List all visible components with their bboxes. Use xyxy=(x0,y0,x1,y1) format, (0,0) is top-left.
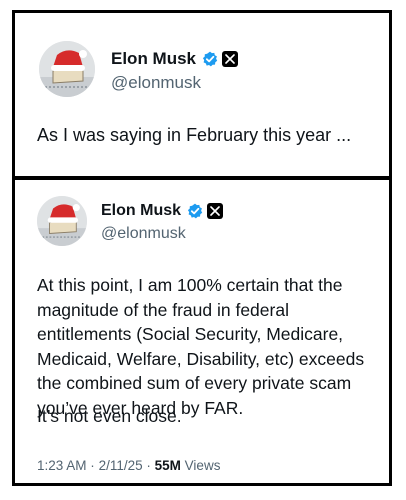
author-handle[interactable]: @elonmusk xyxy=(111,73,201,93)
author-row: Elon Musk xyxy=(111,49,239,69)
tweet-time[interactable]: 1:23 AM xyxy=(37,458,87,473)
x-logo-icon xyxy=(222,51,239,67)
tweet-text-closing: It’s not even close. xyxy=(37,406,182,426)
avatar[interactable] xyxy=(37,196,87,246)
meta-separator: · xyxy=(146,458,151,473)
verified-badge-icon xyxy=(187,203,203,219)
author-handle[interactable]: @elonmusk xyxy=(101,225,186,243)
quote-tweet[interactable]: Elon Musk @elonmusk As I was saying in F… xyxy=(15,13,389,180)
tweet-text: At this point, I am 100% certain that th… xyxy=(37,275,365,418)
tweet-meta: 1:23 AM · 2/11/25 · 55M Views xyxy=(37,458,220,473)
views-count[interactable]: 55M xyxy=(155,458,181,473)
x-logo-icon xyxy=(207,203,224,219)
tweet-date[interactable]: 2/11/25 xyxy=(99,458,143,473)
author-row: Elon Musk xyxy=(101,202,224,220)
meta-separator: · xyxy=(90,458,95,473)
screenshot-frame: Elon Musk @elonmusk As I was saying in F… xyxy=(12,10,392,486)
tweet-text: As I was saying in February this year ..… xyxy=(37,125,352,145)
avatar[interactable] xyxy=(39,41,95,97)
verified-badge-icon xyxy=(202,51,218,67)
original-tweet[interactable]: Elon Musk @elonmusk At this point, I am … xyxy=(15,180,389,483)
author-name[interactable]: Elon Musk xyxy=(111,49,196,69)
views-label: Views xyxy=(184,458,221,473)
author-name[interactable]: Elon Musk xyxy=(101,202,181,220)
